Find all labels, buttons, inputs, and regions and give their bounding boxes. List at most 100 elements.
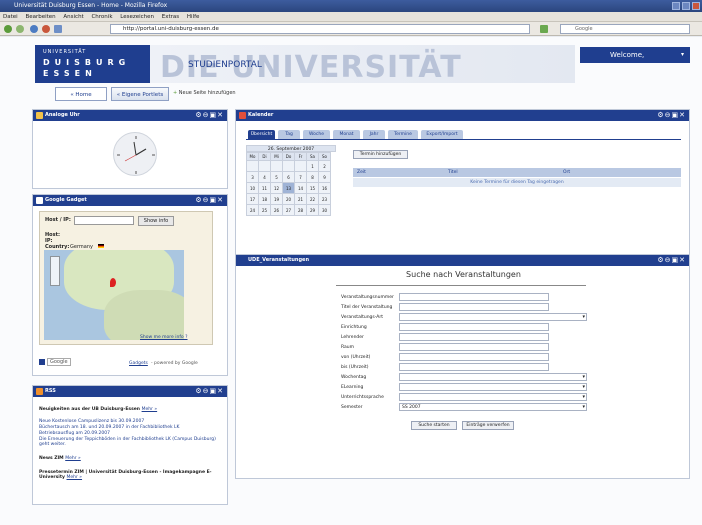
menu-lesezeichen[interactable]: Lesezeichen bbox=[120, 14, 154, 20]
unterrichtssprache-select[interactable] bbox=[399, 393, 587, 401]
rss-more-link[interactable]: Mehr » bbox=[67, 475, 83, 480]
calendar-day[interactable] bbox=[294, 160, 307, 172]
calendar-day[interactable]: 13 bbox=[282, 182, 295, 194]
menu-bearbeiten[interactable]: Bearbeiten bbox=[25, 14, 55, 20]
stop-icon[interactable] bbox=[42, 25, 50, 33]
calendar-day[interactable]: 17 bbox=[246, 193, 259, 205]
calendar-day[interactable]: 20 bbox=[282, 193, 295, 205]
tab-termine[interactable]: Termine bbox=[388, 130, 418, 139]
calendar-day[interactable]: 6 bbox=[282, 171, 295, 183]
calendar-day[interactable]: 7 bbox=[294, 171, 307, 183]
map-view[interactable] bbox=[44, 250, 184, 340]
tab-woche[interactable]: Woche bbox=[303, 130, 330, 139]
veranstaltungs-art-select[interactable] bbox=[399, 313, 587, 321]
calendar-day[interactable]: 12 bbox=[270, 182, 283, 194]
rss-more-link[interactable]: Mehr » bbox=[65, 456, 81, 461]
calendar-day[interactable]: 4 bbox=[258, 171, 271, 183]
calendar-day[interactable]: 14 bbox=[294, 182, 307, 194]
calendar-day[interactable]: 26 bbox=[270, 204, 283, 216]
tab-home[interactable]: « Home bbox=[55, 87, 107, 101]
calendar-day[interactable]: 11 bbox=[258, 182, 271, 194]
calendar-day[interactable]: 27 bbox=[282, 204, 295, 216]
rss-item[interactable]: Neue Kostenlose Campuslizenz bis 30.09.2… bbox=[39, 419, 219, 424]
welcome-menu[interactable]: Welcome, ▾ bbox=[580, 47, 690, 63]
portlet-controls[interactable]: ⚙⊖▣✕ bbox=[195, 111, 224, 120]
calendar-day[interactable]: 9 bbox=[318, 171, 331, 183]
portlet-controls[interactable]: ⚙⊖▣✕ bbox=[195, 387, 224, 396]
calendar-day[interactable] bbox=[246, 160, 259, 172]
show-info-button[interactable]: Show info bbox=[138, 216, 174, 226]
maximize-button[interactable] bbox=[682, 2, 690, 10]
calendar-day[interactable]: 1 bbox=[306, 160, 319, 172]
calendar-day[interactable]: 19 bbox=[270, 193, 283, 205]
university-logo[interactable]: UNIVERSITÄT DUISBURG ESSEN bbox=[35, 45, 150, 83]
home-icon[interactable] bbox=[54, 25, 62, 33]
tab-export-import[interactable]: Export/Import bbox=[421, 130, 463, 139]
forward-icon[interactable] bbox=[16, 25, 24, 33]
calendar-day[interactable]: 2 bbox=[318, 160, 331, 172]
calendar-day[interactable]: 25 bbox=[258, 204, 271, 216]
calendar-day[interactable]: 30 bbox=[318, 204, 331, 216]
calendar-day[interactable] bbox=[270, 160, 283, 172]
calendar-day[interactable]: 16 bbox=[318, 182, 331, 194]
menu-hilfe[interactable]: Hilfe bbox=[187, 14, 200, 20]
rss-more-link[interactable]: Mehr » bbox=[142, 407, 158, 412]
tab-uebersicht[interactable]: Übersicht bbox=[248, 130, 275, 139]
portlet-controls[interactable]: ⚙⊖▣✕ bbox=[657, 256, 686, 265]
menu-extras[interactable]: Extras bbox=[162, 14, 179, 20]
google-button[interactable]: Google bbox=[47, 358, 71, 366]
menu-datei[interactable]: Datei bbox=[3, 14, 18, 20]
titel-input[interactable] bbox=[399, 303, 549, 311]
raum-input[interactable] bbox=[399, 343, 549, 351]
rss-item[interactable]: Die Erneuerung der Teppichböden in der F… bbox=[39, 437, 219, 447]
add-appointment-button[interactable]: Termin hinzufügen bbox=[353, 150, 408, 159]
map-zoom-control[interactable] bbox=[50, 256, 60, 286]
portlet-controls[interactable]: ⚙⊖▣✕ bbox=[657, 111, 686, 120]
add-page-link[interactable]: + Neue Seite hinzufügen bbox=[173, 90, 236, 96]
von-uhrzeit-input[interactable] bbox=[399, 353, 549, 361]
calendar-day[interactable]: 15 bbox=[306, 182, 319, 194]
calendar-day[interactable]: 5 bbox=[270, 171, 283, 183]
calendar-day[interactable]: 18 bbox=[258, 193, 271, 205]
calendar-day[interactable]: 29 bbox=[306, 204, 319, 216]
calendar-day[interactable] bbox=[282, 160, 295, 172]
calendar-day[interactable]: 3 bbox=[246, 171, 259, 183]
more-info-link[interactable]: Show me more info ? bbox=[140, 335, 188, 340]
minimize-button[interactable] bbox=[672, 2, 680, 10]
search-box[interactable]: Google bbox=[560, 24, 690, 34]
tab-jahr[interactable]: Jahr bbox=[363, 130, 385, 139]
search-start-button[interactable]: Suche starten bbox=[411, 421, 457, 430]
reset-button[interactable]: Einträge verwerfen bbox=[462, 421, 514, 430]
veranstaltungsnummer-input[interactable] bbox=[399, 293, 549, 301]
tab-monat[interactable]: Monat bbox=[333, 130, 360, 139]
semester-select[interactable]: SS 2007 bbox=[399, 403, 587, 411]
map-marker-icon[interactable] bbox=[110, 278, 116, 287]
wochentag-select[interactable] bbox=[399, 373, 587, 381]
calendar-day[interactable]: 21 bbox=[294, 193, 307, 205]
host-input[interactable] bbox=[74, 216, 134, 225]
rss-item[interactable]: Büchertausch am 18. und 20.09.2007 in de… bbox=[39, 425, 219, 430]
elearning-select[interactable] bbox=[399, 383, 587, 391]
calendar-day[interactable]: 24 bbox=[246, 204, 259, 216]
back-icon[interactable] bbox=[4, 25, 12, 33]
go-icon[interactable] bbox=[540, 25, 548, 33]
lehrender-input[interactable] bbox=[399, 333, 549, 341]
url-bar[interactable]: http://portal.uni-duisburg-essen.de bbox=[110, 24, 530, 34]
menu-chronik[interactable]: Chronik bbox=[91, 14, 112, 20]
tab-tag[interactable]: Tag bbox=[278, 130, 300, 139]
calendar-day[interactable]: 10 bbox=[246, 182, 259, 194]
close-window-button[interactable] bbox=[692, 2, 700, 10]
gadget-add-icon[interactable] bbox=[39, 359, 45, 365]
calendar-day[interactable]: 28 bbox=[294, 204, 307, 216]
einrichtung-input[interactable] bbox=[399, 323, 549, 331]
gadgets-link[interactable]: Gadgets bbox=[129, 361, 148, 366]
calendar-day[interactable]: 22 bbox=[306, 193, 319, 205]
menu-ansicht[interactable]: Ansicht bbox=[63, 14, 83, 20]
rss-item[interactable]: Betriebsausflug am 20.09.2007 bbox=[39, 431, 219, 436]
calendar-day[interactable]: 23 bbox=[318, 193, 331, 205]
bis-uhrzeit-input[interactable] bbox=[399, 363, 549, 371]
calendar-day[interactable] bbox=[258, 160, 271, 172]
portlet-controls[interactable]: ⚙⊖▣✕ bbox=[195, 196, 224, 205]
reload-icon[interactable] bbox=[30, 25, 38, 33]
calendar-day[interactable]: 8 bbox=[306, 171, 319, 183]
